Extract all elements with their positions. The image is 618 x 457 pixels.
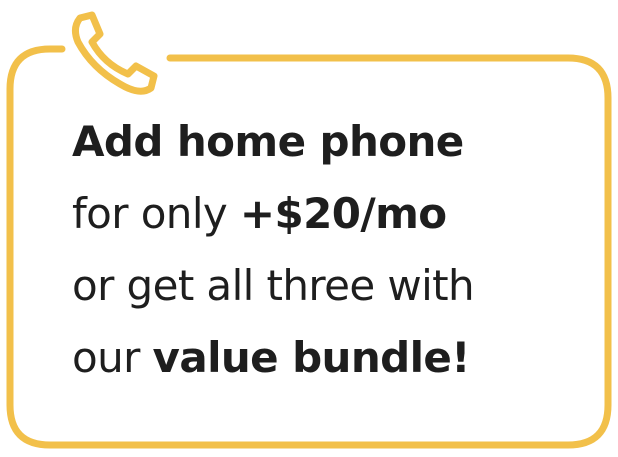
promo-headline: Add home phone bbox=[72, 117, 464, 166]
phone-icon bbox=[71, 11, 158, 95]
promo-line-4: our value bundle! bbox=[72, 322, 592, 394]
promo-line-3: or get all three with bbox=[72, 250, 592, 322]
promo-price: +$20/mo bbox=[239, 189, 447, 238]
promo-line-2: for only +$20/mo bbox=[72, 178, 592, 250]
promo-bundle-prefix: our bbox=[72, 333, 153, 382]
promo-bundle-name: value bundle! bbox=[152, 333, 471, 382]
promo-message: Add home phone for only +$20/mo or get a… bbox=[72, 106, 592, 394]
promo-line-1: Add home phone bbox=[72, 106, 592, 178]
promo-price-prefix: for only bbox=[72, 189, 240, 238]
promo-bundle-text: or get all three with bbox=[72, 261, 475, 310]
